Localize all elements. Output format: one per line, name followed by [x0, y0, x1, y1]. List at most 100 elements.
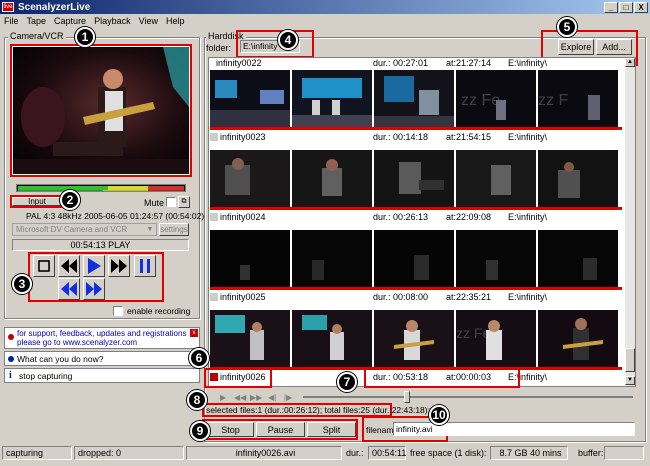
- status-dur-label: dur.:: [346, 448, 364, 458]
- minimize-button[interactable]: _: [604, 2, 618, 13]
- window-title: ScenalyzerLive: [18, 1, 91, 13]
- scroll-down-icon[interactable]: ▼: [625, 376, 635, 385]
- menu-playback[interactable]: Playback: [94, 16, 131, 26]
- explore-button[interactable]: Explore: [558, 39, 594, 55]
- clip-time: at:21:54:15: [446, 132, 492, 142]
- clip-duration: dur.: 00:26:13: [373, 212, 429, 222]
- clip-row[interactable]: infinity0022 dur.: 00:27:01 at:21:27:14 …: [210, 58, 622, 68]
- status-free-value: 8.7 GB 40 mins: [490, 446, 568, 460]
- clip-thumbnail: [538, 150, 618, 207]
- step-forward-disabled-icon[interactable]: |▶: [284, 393, 296, 402]
- clip-thumbnail: [538, 310, 618, 367]
- clip-time: at:22:09:08: [446, 212, 492, 222]
- rewind-button[interactable]: [58, 255, 80, 277]
- clip-path: E:\infinity\: [508, 212, 548, 222]
- clip-thumbnail: [292, 230, 372, 287]
- clip-thumbnail: zz Fe: [456, 70, 536, 127]
- menu-help[interactable]: Help: [166, 16, 185, 26]
- input-tab[interactable]: Input: [12, 197, 62, 206]
- menu-tape[interactable]: Tape: [27, 16, 47, 26]
- popout-icon[interactable]: ⧉: [178, 196, 190, 208]
- close-icon[interactable]: x: [190, 329, 198, 337]
- play-icon: [88, 258, 101, 274]
- enable-recording-label: enable recording: [127, 306, 191, 316]
- svg-text:zz Fe: zz Fe: [456, 325, 490, 341]
- selection-info: selected files:1 (dur.:00:26:12); total …: [206, 405, 430, 415]
- camera-vcr-label: Camera/VCR: [8, 31, 66, 41]
- settings-button[interactable]: settings: [159, 223, 189, 236]
- forward-disabled-icon[interactable]: ▶▶: [250, 393, 262, 402]
- clip-thumbnail: [210, 310, 290, 367]
- maximize-button[interactable]: □: [619, 2, 633, 13]
- mute-label: Mute: [144, 198, 165, 208]
- menu-view[interactable]: View: [139, 16, 158, 26]
- status-buffer-label: buffer:: [578, 448, 604, 458]
- clip-list-scrollbar[interactable]: ▲ ▼: [625, 58, 635, 386]
- support-line-1[interactable]: for support, feedback, updates and regis…: [17, 329, 186, 338]
- clip-name: infinity0023: [220, 132, 266, 142]
- callout-7: 7: [337, 372, 357, 392]
- clip-thumbnail: [538, 230, 618, 287]
- clip-thumbnail: [210, 150, 290, 207]
- title-bar: ScenalyzerLive: [0, 0, 650, 14]
- clip-thumbnail: [374, 70, 454, 127]
- clip-thumbnail: [292, 310, 372, 367]
- play-disabled-icon[interactable]: ▶: [220, 393, 228, 402]
- device-select[interactable]: Microsoft DV Camera and VCR ▼: [12, 223, 157, 236]
- rewind-disabled-icon[interactable]: ◀◀: [234, 393, 246, 402]
- clip-thumbnail: zz Fe: [456, 310, 536, 367]
- support-line-2[interactable]: please go to www.scenalyzer.com: [17, 338, 137, 347]
- clip-thumbnail: [292, 70, 372, 127]
- clip-row[interactable]: infinity0024 dur.: 00:26:13 at:22:09:08 …: [210, 150, 622, 230]
- app-icon: live: [2, 2, 14, 12]
- clip-status-icon: [210, 293, 218, 301]
- frame-forward-button[interactable]: [83, 278, 105, 300]
- scroll-up-icon[interactable]: ▲: [625, 58, 635, 67]
- step-disabled-icon[interactable]: ◀|: [268, 393, 280, 402]
- status-free-label: free space (1 disk):: [410, 448, 487, 458]
- clip-status-icon: [210, 213, 218, 221]
- clip-thumbnail: [292, 150, 372, 207]
- menu-file[interactable]: File: [4, 16, 19, 26]
- clip-name: infinity0022: [216, 58, 262, 68]
- clip-thumbnail: [456, 230, 536, 287]
- mute-checkbox[interactable]: [166, 197, 176, 207]
- pause-button[interactable]: Pause: [256, 422, 305, 437]
- fast-forward-button[interactable]: [108, 255, 130, 277]
- play-button[interactable]: [83, 255, 105, 277]
- stop-transport-button[interactable]: [33, 255, 55, 277]
- rewind-icon: [61, 259, 77, 273]
- timecode-display: 00:54:13 PLAY: [12, 239, 189, 251]
- status-dur-value: 00:54:11: [368, 446, 406, 460]
- info-panel: for support, feedback, updates and regis…: [4, 327, 200, 387]
- add-folder-button[interactable]: Add...: [596, 39, 632, 55]
- playback-slider-thumb[interactable]: [404, 391, 410, 403]
- clip-row[interactable]: infinity0025 dur.: 00:08:00 at:22:35:21 …: [210, 230, 622, 310]
- playback-toolbar: ▶ ◀◀ ▶▶ ◀| |▶: [208, 390, 636, 404]
- filename-input[interactable]: infinity.avi: [393, 422, 635, 436]
- callout-1: 1: [75, 27, 95, 47]
- clip-path: E:\infinity\: [508, 132, 548, 142]
- playback-slider-track[interactable]: [303, 396, 633, 398]
- question-box: What can you do now?: [4, 351, 200, 366]
- stop-button[interactable]: Stop: [207, 422, 254, 437]
- stop-icon: [38, 260, 50, 272]
- red-bullet-icon: [8, 334, 14, 340]
- menu-capture[interactable]: Capture: [54, 16, 86, 26]
- scroll-thumb[interactable]: [625, 348, 635, 372]
- blue-bullet-icon: [8, 356, 14, 362]
- close-button[interactable]: X: [634, 2, 648, 13]
- clip-info-highlight: [364, 368, 520, 388]
- callout-2: 2: [60, 190, 80, 210]
- clip-thumbnail: [210, 70, 290, 127]
- enable-recording-checkbox[interactable]: [113, 306, 123, 316]
- pause-transport-button[interactable]: [134, 255, 156, 277]
- split-button[interactable]: Split: [307, 422, 356, 437]
- frame-back-button[interactable]: [58, 278, 80, 300]
- hint-box: i stop capturing: [4, 368, 200, 383]
- clip-thumbnail: [374, 310, 454, 367]
- folder-label: folder:: [206, 43, 232, 53]
- audio-level-meter: [16, 184, 186, 192]
- clip-row[interactable]: zz Fe zz F infinity0023 dur.: 00:14:18 a…: [210, 70, 622, 150]
- chevron-down-icon: ▼: [146, 226, 154, 233]
